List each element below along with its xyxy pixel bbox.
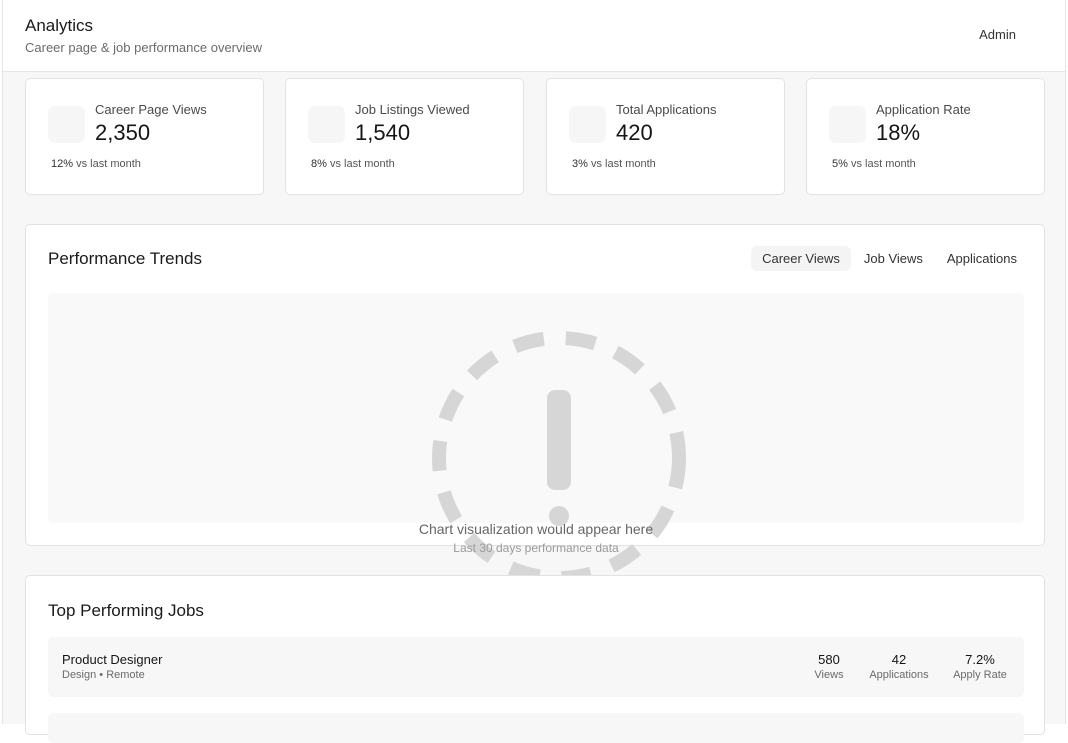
metric-label: Applications [869, 669, 929, 681]
metric-value: 42 [891, 652, 907, 667]
job-views-metric: 580 Views [814, 652, 844, 681]
tab-job-views[interactable]: Job Views [853, 246, 934, 271]
stat-icon [48, 106, 85, 143]
job-row[interactable]: Product Designer Design • Remote 580 Vie… [48, 637, 1024, 697]
page-header: Analytics Career page & job performance … [3, 0, 1065, 72]
metric-label: Views [814, 669, 844, 681]
page-title: Analytics [25, 16, 94, 35]
stat-label: Career Page Views [95, 102, 207, 117]
stat-delta-suffix: vs last month [850, 158, 916, 170]
stat-card-job-listings-viewed: Job Listings Viewed 1,540 8% vs last mon… [285, 78, 524, 195]
job-meta: Design • Remote [62, 669, 145, 681]
chart-placeholder-message: Chart visualization would appear here [418, 521, 654, 537]
stat-delta: 8% vs last month [311, 158, 395, 170]
tab-applications[interactable]: Applications [936, 246, 1028, 271]
stat-delta-suffix: vs last month [329, 158, 395, 170]
stat-delta-suffix: vs last month [590, 158, 656, 170]
page-subtitle: Career page & job performance overview [25, 40, 263, 55]
stat-delta-value: 5% [832, 158, 848, 170]
metric-label: Apply Rate [953, 669, 1007, 681]
performance-trends-panel: Performance Trends Career Views Job View… [25, 224, 1045, 585]
stat-value: 2,350 [95, 120, 151, 145]
stat-value: 18% [876, 120, 921, 145]
trend-tabs: Career Views Job Views Applications [751, 246, 1028, 271]
job-apply-rate-metric: 7.2% Apply Rate [950, 652, 1010, 681]
panel-title: Top Performing Jobs [48, 601, 204, 620]
stat-icon [829, 106, 866, 143]
app-frame: Analytics Career page & job performance … [2, 0, 1066, 743]
stat-delta: 5% vs last month [832, 158, 916, 170]
stat-value: 420 [616, 120, 653, 145]
stat-label: Total Applications [616, 102, 717, 117]
stat-label: Application Rate [876, 102, 971, 117]
job-applications-metric: 42 Applications [866, 652, 932, 681]
metric-value: 7.2% [965, 652, 995, 667]
stat-delta-value: 3% [572, 158, 588, 170]
stat-icon [308, 106, 345, 143]
stat-delta: 12% vs last month [51, 158, 141, 170]
tab-career-views[interactable]: Career Views [751, 246, 851, 271]
stat-card-total-applications: Total Applications 420 3% vs last month [546, 78, 785, 195]
stat-delta-value: 8% [311, 158, 327, 170]
stat-card-application-rate: Application Rate 18% 5% vs last month [806, 78, 1045, 195]
chart-placeholder-subtext: Last 30 days performance data [453, 541, 619, 555]
job-name: Product Designer [62, 652, 163, 667]
chart-placeholder-area [48, 293, 1024, 585]
stat-card-career-page-views: Career Page Views 2,350 12% vs last mont… [25, 78, 264, 195]
user-menu[interactable]: Admin [979, 27, 1016, 42]
stat-delta-suffix: vs last month [76, 158, 141, 170]
stat-label: Job Listings Viewed [355, 102, 470, 117]
top-jobs-panel: Top Performing Jobs Product Designer Des… [25, 575, 1045, 743]
stat-delta-value: 12% [51, 158, 74, 170]
job-row[interactable] [48, 713, 1024, 743]
panel-title: Performance Trends [48, 249, 203, 268]
stat-icon [569, 106, 606, 143]
stat-value: 1,540 [355, 120, 411, 145]
stat-delta: 3% vs last month [572, 158, 656, 170]
metric-value: 580 [818, 652, 840, 667]
